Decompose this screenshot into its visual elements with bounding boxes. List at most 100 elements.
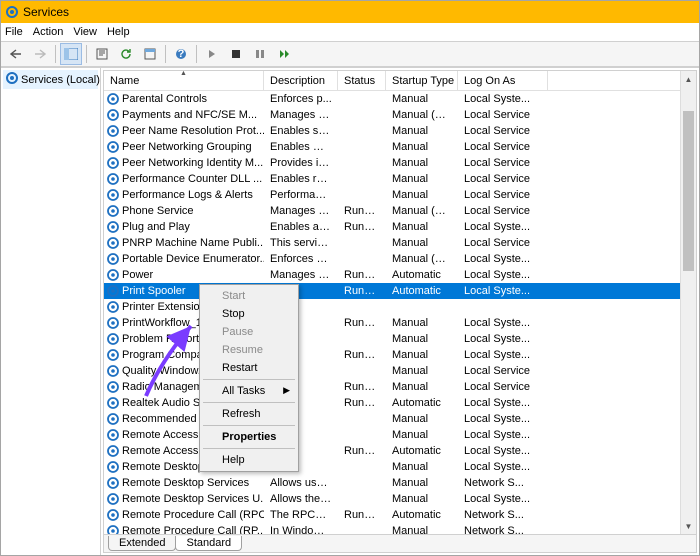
col-status[interactable]: Status [338, 71, 386, 90]
service-row[interactable]: Realtek Audio Se...RunningAutomaticLocal… [104, 395, 696, 411]
service-row[interactable]: PowerManages p...RunningAutomaticLocal S… [104, 267, 696, 283]
cell-desc: In Windows... [264, 525, 338, 534]
col-name[interactable]: Name▲ [104, 71, 264, 90]
service-row[interactable]: Recommended T...ManualLocal Syste... [104, 411, 696, 427]
col-startup[interactable]: Startup Type [386, 71, 458, 90]
pause-service-button[interactable] [249, 43, 271, 65]
svg-text:?: ? [178, 48, 185, 60]
cell-logon: Local Syste... [458, 397, 548, 409]
service-row[interactable]: Program Compa...RunningManualLocal Syste… [104, 347, 696, 363]
cell-logon: Local Syste... [458, 493, 548, 505]
cell-logon: Local Service [458, 157, 548, 169]
cell-logon: Local Syste... [458, 93, 548, 105]
tab-extended[interactable]: Extended [108, 536, 176, 551]
menu-view[interactable]: View [73, 26, 97, 38]
ctx-start[interactable]: Start [202, 287, 296, 305]
services-window: Services File Action View Help ? Service… [0, 0, 700, 556]
ctx-stop[interactable]: Stop [202, 305, 296, 323]
col-description[interactable]: Description [264, 71, 338, 90]
stop-service-button[interactable] [225, 43, 247, 65]
service-row[interactable]: Remote Desktop ServicesAllows user...Man… [104, 475, 696, 491]
restart-service-button[interactable] [273, 43, 295, 65]
service-rows: Parental ControlsEnforces p...ManualLoca… [104, 91, 696, 534]
cell-startup: Manual (Trig... [386, 109, 458, 121]
service-row[interactable]: Printer Extension [104, 299, 696, 315]
tab-standard[interactable]: Standard [175, 536, 242, 551]
ctx-restart[interactable]: Restart [202, 359, 296, 377]
cell-startup: Manual [386, 461, 458, 473]
cell-startup: Automatic [386, 397, 458, 409]
service-row[interactable]: Quality Window...ManualLocal Service [104, 363, 696, 379]
cell-logon: Local Syste... [458, 285, 548, 297]
service-row[interactable]: Problem ReportsManualLocal Syste... [104, 331, 696, 347]
tree-services-local[interactable]: Services (Local) [3, 70, 98, 89]
toolbar: ? [1, 41, 699, 67]
list-pane: Name▲ Description Status Startup Type Lo… [103, 70, 697, 553]
service-row[interactable]: Plug and PlayEnables a c...RunningManual… [104, 219, 696, 235]
menu-help[interactable]: Help [107, 26, 130, 38]
column-headers: Name▲ Description Status Startup Type Lo… [104, 71, 696, 91]
start-service-button[interactable] [201, 43, 223, 65]
show-hide-tree-button[interactable] [60, 43, 82, 65]
cell-name: Parental Controls [104, 92, 264, 106]
ctx-separator [203, 379, 295, 380]
service-row[interactable]: PrintWorkflow_1...RunningManualLocal Sys… [104, 315, 696, 331]
scroll-thumb[interactable] [683, 111, 694, 271]
service-row[interactable]: Peer Networking Identity M...Provides id… [104, 155, 696, 171]
service-row[interactable]: Peer Networking GroupingEnables mul...Ma… [104, 139, 696, 155]
service-row[interactable]: Phone ServiceManages th...RunningManual … [104, 203, 696, 219]
service-row[interactable]: Remote Desktop Services U...Allows the r… [104, 491, 696, 507]
cell-status: Running [338, 349, 386, 361]
cell-startup: Manual [386, 125, 458, 137]
ctx-properties[interactable]: Properties [202, 428, 296, 446]
cell-logon: Local Syste... [458, 253, 548, 265]
cell-status: Running [338, 445, 386, 457]
ctx-alltasks[interactable]: All Tasks▶ [202, 382, 296, 400]
toolbar-separator [196, 45, 197, 63]
ctx-refresh[interactable]: Refresh [202, 405, 296, 423]
help-button[interactable]: ? [170, 43, 192, 65]
menu-action[interactable]: Action [33, 26, 64, 38]
cell-name: Performance Counter DLL ... [104, 172, 264, 186]
window-title: Services [23, 5, 69, 19]
refresh-button[interactable] [115, 43, 137, 65]
service-row[interactable]: Remote Access C...RunningAutomaticLocal … [104, 443, 696, 459]
nav-forward-button[interactable] [29, 43, 51, 65]
scroll-up-icon[interactable]: ▲ [681, 71, 696, 87]
service-row[interactable]: Radio Managem...RunningManualLocal Servi… [104, 379, 696, 395]
menu-file[interactable]: File [5, 26, 23, 38]
properties-button[interactable] [139, 43, 161, 65]
service-row[interactable]: Remote Desktop ...ManualLocal Syste... [104, 459, 696, 475]
service-row[interactable]: Payments and NFC/SE M...Manages pa...Man… [104, 107, 696, 123]
service-row[interactable]: Performance Logs & AlertsPerformanc...Ma… [104, 187, 696, 203]
ctx-pause[interactable]: Pause [202, 323, 296, 341]
ctx-help[interactable]: Help [202, 451, 296, 469]
cell-logon: Local Syste... [458, 333, 548, 345]
service-row[interactable]: Performance Counter DLL ...Enables rem..… [104, 171, 696, 187]
service-row[interactable]: Remote Access A...ManualLocal Syste... [104, 427, 696, 443]
vertical-scrollbar[interactable]: ▲ ▼ [680, 71, 696, 534]
cell-status: Running [338, 285, 386, 297]
ctx-resume[interactable]: Resume [202, 341, 296, 359]
nav-back-button[interactable] [5, 43, 27, 65]
cell-name: Remote Desktop Services [104, 476, 264, 490]
scroll-down-icon[interactable]: ▼ [681, 518, 696, 534]
cell-startup: Manual (Trig... [386, 253, 458, 265]
cell-logon: Local Syste... [458, 445, 548, 457]
col-logon[interactable]: Log On As [458, 71, 548, 90]
service-row[interactable]: PNRP Machine Name Publi...This service .… [104, 235, 696, 251]
cell-startup: Manual (Trig... [386, 205, 458, 217]
export-button[interactable] [91, 43, 113, 65]
cell-startup: Manual [386, 157, 458, 169]
tree-pane[interactable]: Services (Local) [1, 68, 101, 555]
service-row[interactable]: Portable Device Enumerator...Enforces gr… [104, 251, 696, 267]
cell-startup: Automatic [386, 285, 458, 297]
titlebar[interactable]: Services [1, 1, 699, 23]
service-row[interactable]: Peer Name Resolution Prot...Enables serv… [104, 123, 696, 139]
cell-startup: Manual [386, 365, 458, 377]
service-row[interactable]: Remote Procedure Call (RP...In Windows..… [104, 523, 696, 534]
service-row[interactable]: Print SpoolerRunningAutomaticLocal Syste… [104, 283, 696, 299]
service-row[interactable]: Remote Procedure Call (RPC)The RPCSS s..… [104, 507, 696, 523]
service-row[interactable]: Parental ControlsEnforces p...ManualLoca… [104, 91, 696, 107]
cell-desc: Allows user... [264, 477, 338, 489]
